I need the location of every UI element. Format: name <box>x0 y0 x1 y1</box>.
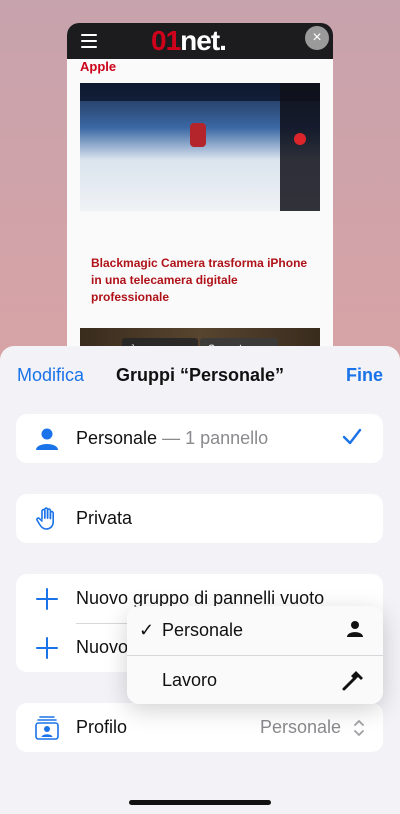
person-icon <box>345 619 365 644</box>
profile-option-personal[interactable]: ✓ Personale <box>127 606 383 655</box>
tab-group-count: — 1 pannello <box>157 428 269 448</box>
profile-label: Profilo <box>76 717 128 737</box>
close-icon: × <box>312 29 322 46</box>
profile-value: Personale <box>259 717 341 737</box>
chevron-up-down-icon <box>353 718 365 743</box>
plus-icon <box>34 586 60 612</box>
profile-section: Profilo Personale <box>16 703 383 752</box>
checkmark-icon: ✓ <box>139 620 155 640</box>
home-indicator <box>129 800 271 805</box>
person-icon <box>34 426 60 452</box>
tab-group-personal[interactable]: Personale — 1 pannello <box>16 414 383 463</box>
tab-content: Apple Blackmagic Camera trasforma iPhone… <box>67 59 333 363</box>
hand-raised-icon <box>34 506 60 532</box>
tab-group-label: Privata <box>76 508 133 528</box>
checkmark-icon <box>341 426 363 453</box>
hammer-icon <box>341 669 365 698</box>
tab-group-list: Personale — 1 pannello <box>16 414 383 463</box>
profile-option-label: Personale <box>162 620 244 640</box>
article-headline: Blackmagic Camera trasforma iPhone in un… <box>91 256 308 304</box>
site-header: 01net. × <box>67 23 333 59</box>
plus-icon <box>34 635 60 661</box>
article-category: Apple <box>80 59 117 74</box>
tab-group-private[interactable]: Privata <box>16 494 383 543</box>
tab-preview-card[interactable]: 01net. × Apple Blackmagic Camera trasfor… <box>67 23 333 363</box>
hamburger-menu-icon <box>81 34 97 52</box>
done-button[interactable]: Fine <box>346 365 383 386</box>
profile-menu: ✓ Personale Lavoro <box>127 606 383 704</box>
profile-option-work[interactable]: Lavoro <box>127 655 383 704</box>
new-tab-group-label: Nuovo <box>76 637 129 657</box>
close-tab-button[interactable]: × <box>305 26 329 50</box>
sheet-title: Gruppi “Personale” <box>115 365 285 385</box>
profile-selector[interactable]: Profilo Personale <box>16 703 383 752</box>
tab-group-label: Personale <box>76 428 158 448</box>
private-group: Privata <box>16 494 383 543</box>
sheet-header: Modifica Gruppi “Personale” Fine <box>0 346 400 404</box>
site-logo: 01net. <box>151 25 227 56</box>
profile-icon <box>34 715 60 741</box>
article-image <box>80 83 320 211</box>
profile-option-label: Lavoro <box>162 670 218 690</box>
